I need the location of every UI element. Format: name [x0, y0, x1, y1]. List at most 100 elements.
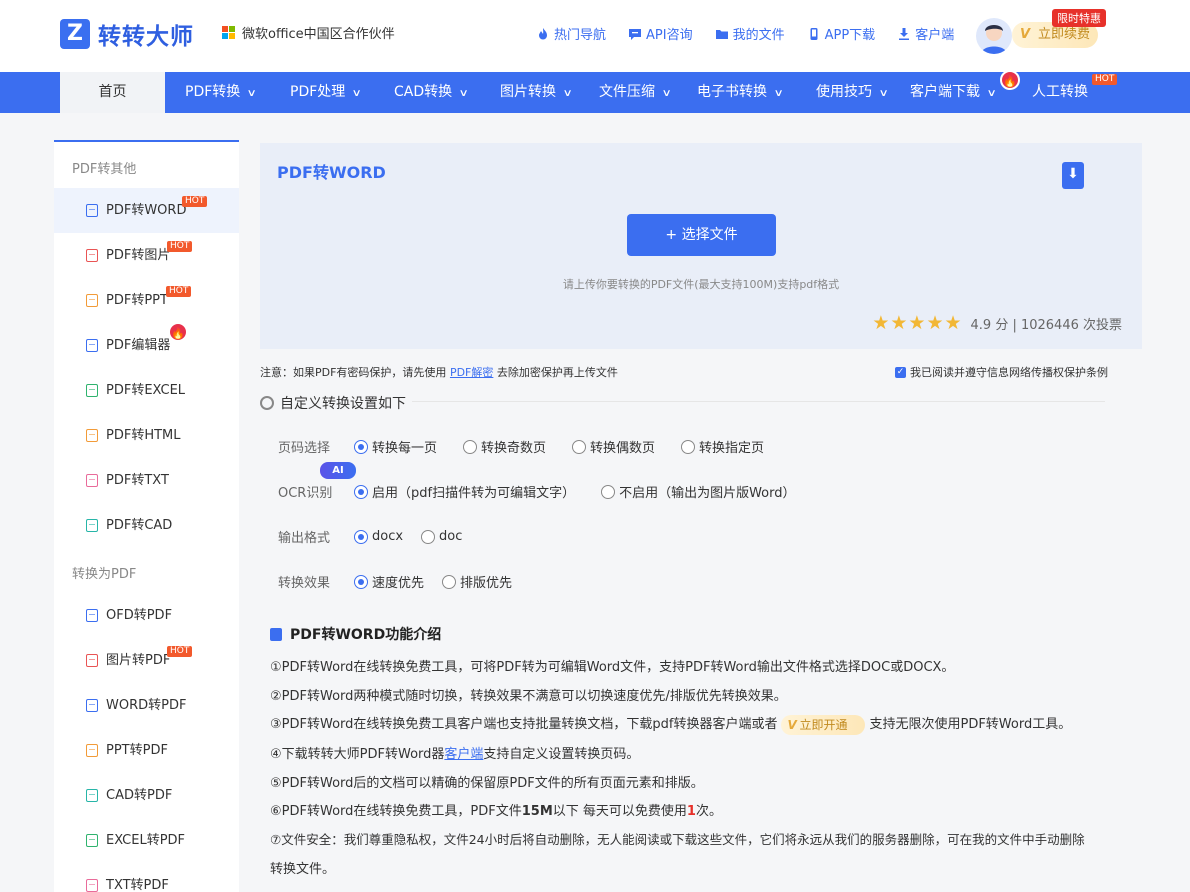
rating-score: 4.9 分 | 1026446 次投票 — [970, 317, 1122, 333]
gear-icon — [260, 396, 274, 410]
intro-text: ④下载转转大师PDF转Word器 — [270, 747, 445, 762]
sidebar-item-ppt-to-pdf[interactable]: PPT转PDF — [54, 728, 239, 773]
nav-manual-convert[interactable]: 人工转换 — [1032, 72, 1088, 113]
sidebar-item-label: EXCEL转PDF — [106, 833, 186, 848]
radio-off-icon — [681, 439, 696, 454]
sidebar-item-pdf-to-html[interactable]: PDF转HTML — [54, 413, 239, 458]
intro-text: 支持无限次使用PDF转Word工具。 — [869, 717, 1072, 732]
radio-every-page[interactable]: 转换每一页 — [354, 437, 437, 456]
option-label: 页码选择 — [278, 441, 331, 456]
sidebar-item-label: CAD转PDF — [106, 788, 173, 803]
radio-speed-first[interactable]: 速度优先 — [354, 572, 424, 591]
sidebar: PDF转其他 PDF转WORD HOT PDF转图片 HOT PDF转PPT H… — [54, 140, 239, 892]
sidebar-item-pdf-editor[interactable]: PDF编辑器 — [54, 323, 239, 368]
html-file-icon — [86, 429, 98, 442]
nav-ebook-convert[interactable]: 电子书转换 ∨ — [697, 72, 784, 113]
sidebar-item-label: PDF转HTML — [106, 428, 181, 443]
radio-layout-first[interactable]: 排版优先 — [442, 572, 512, 591]
sidebar-item-txt-to-pdf[interactable]: TXT转PDF — [54, 863, 239, 892]
nav-label: PDF处理 — [290, 84, 346, 100]
radio-ocr-disable[interactable]: 不启用（输出为图片版Word） — [601, 482, 796, 501]
sidebar-item-image-to-pdf[interactable]: 图片转PDF — [54, 638, 239, 683]
client-link[interactable]: 客户端 — [444, 747, 483, 762]
renew-label: 立即续费 — [1038, 27, 1091, 42]
image-file-icon — [86, 249, 98, 262]
option-label: OCR识别 — [278, 486, 333, 501]
sidebar-item-label: WORD转PDF — [106, 698, 187, 713]
sidebar-item-word-to-pdf[interactable]: WORD转PDF — [54, 683, 239, 728]
nav-file-compress[interactable]: 文件压缩 ∨ — [599, 72, 672, 113]
app-download-link[interactable]: APP下载 — [807, 24, 875, 43]
hot-nav-link[interactable]: 热门导航 — [536, 24, 606, 43]
nav-cad-convert[interactable]: CAD转换 ∨ — [394, 72, 469, 113]
radio-odd-pages[interactable]: 转换奇数页 — [463, 437, 546, 456]
site-logo[interactable]: Z 转转大师 — [60, 17, 194, 51]
my-files-link[interactable]: 我的文件 — [715, 24, 785, 43]
radio-on-icon — [354, 439, 368, 454]
sidebar-item-label: 图片转PDF — [106, 653, 171, 668]
option-label: 转换效果 — [278, 576, 331, 591]
choose-file-button[interactable]: + 选择文件 — [627, 214, 776, 256]
sidebar-item-pdf-to-ppt[interactable]: PDF转PPT — [54, 278, 239, 323]
settings-title-label: 自定义转换设置如下 — [280, 396, 406, 412]
hot-badge: HOT — [167, 241, 193, 252]
nav-home[interactable]: 首页 — [60, 72, 165, 113]
radio-on-icon — [354, 529, 368, 544]
radio-label: 速度优先 — [372, 576, 425, 591]
download-client-button[interactable]: ⬇ — [1062, 162, 1084, 189]
chevron-down-icon: ∨ — [986, 88, 997, 99]
radio-even-pages[interactable]: 转换偶数页 — [572, 437, 655, 456]
sidebar-item-label: PDF转CAD — [106, 518, 173, 533]
image-file-icon — [86, 654, 98, 667]
radio-specific-pages[interactable]: 转换指定页 — [681, 437, 764, 456]
sidebar-item-pdf-to-cad[interactable]: PDF转CAD — [54, 503, 239, 548]
radio-off-icon — [572, 439, 587, 454]
open-vip-button[interactable]: 立即开通 — [781, 714, 866, 735]
sidebar-item-pdf-to-word[interactable]: PDF转WORD — [54, 188, 239, 233]
radio-doc[interactable]: doc — [421, 529, 462, 544]
radio-docx[interactable]: docx — [354, 529, 403, 544]
sidebar-item-pdf-to-excel[interactable]: PDF转EXCEL — [54, 368, 239, 413]
intro-title: PDF转WORD功能介绍 — [270, 624, 441, 644]
nav-client-download[interactable]: 客户端下载 ∨ — [910, 72, 997, 113]
client-link[interactable]: 客户端 — [897, 24, 954, 43]
word-file-icon — [86, 204, 98, 217]
radio-ocr-enable[interactable]: 启用（pdf扫描件转为可编辑文字） — [354, 482, 575, 501]
sidebar-item-pdf-to-txt[interactable]: PDF转TXT — [54, 458, 239, 503]
sidebar-item-cad-to-pdf[interactable]: CAD转PDF — [54, 773, 239, 818]
checkbox-checked-icon[interactable]: ✓ — [895, 366, 906, 378]
nav-tips[interactable]: 使用技巧 ∨ — [816, 72, 889, 113]
intro-line-6: ⑥PDF转Word在线转换免费工具，PDF文件15M以下 每天可以免费使用1次。 — [270, 800, 722, 819]
radio-label: 转换偶数页 — [590, 441, 656, 456]
nav-label: 客户端下载 — [910, 84, 980, 100]
sidebar-item-label: PDF转EXCEL — [106, 383, 186, 398]
sidebar-item-pdf-to-image[interactable]: PDF转图片 — [54, 233, 239, 278]
nav-label: 使用技巧 — [816, 84, 872, 100]
txt-file-icon — [86, 879, 98, 892]
ppt-file-icon — [86, 744, 98, 757]
pdf-decrypt-link[interactable]: PDF解密 — [450, 366, 493, 379]
vip-icon: V — [1020, 27, 1031, 42]
upload-panel[interactable]: PDF转WORD ⬇ + 选择文件 请上传你要转换的PDF文件(最大支持100M… — [260, 143, 1142, 349]
main-nav: 首页 PDF转换 ∨ PDF处理 ∨ CAD转换 ∨ 图片转换 ∨ 文件压缩 ∨ 电子书转… — [0, 70, 1190, 113]
radio-off-icon — [442, 574, 457, 589]
fire-icon — [539, 27, 547, 39]
top-links: 热门导航 API咨询 我的文件 APP下载 客户端 — [536, 24, 976, 43]
txt-file-icon — [86, 474, 98, 487]
agree-checkbox[interactable]: ✓ 我已阅读并遵守信息网络传播权保护条例 — [895, 364, 1108, 380]
sidebar-item-label: PDF转TXT — [106, 473, 169, 488]
radio-on-icon — [354, 574, 368, 589]
fire-icon: 🔥 — [1000, 70, 1020, 90]
option-label: 输出格式 — [278, 531, 331, 546]
folder-icon — [715, 29, 728, 39]
sidebar-item-excel-to-pdf[interactable]: EXCEL转PDF — [54, 818, 239, 863]
nav-image-convert[interactable]: 图片转换 ∨ — [500, 72, 573, 113]
nav-pdf-process[interactable]: PDF处理 ∨ — [290, 72, 362, 113]
star-rating-icon: ★★★★★ — [872, 312, 963, 334]
sidebar-item-ofd-to-pdf[interactable]: OFD转PDF — [54, 593, 239, 638]
radio-label: 转换奇数页 — [481, 441, 547, 456]
nav-pdf-convert[interactable]: PDF转换 ∨ — [185, 72, 257, 113]
intro-line-1: ①PDF转Word在线转换免费工具，可将PDF转为可编辑Word文件，支持PDF… — [270, 660, 955, 675]
api-consult-link[interactable]: API咨询 — [628, 24, 693, 43]
avatar[interactable] — [976, 18, 1012, 54]
